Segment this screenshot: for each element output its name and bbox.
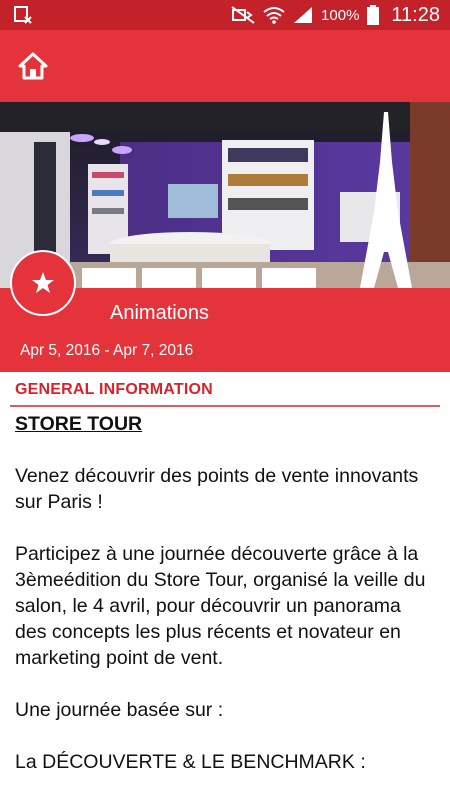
battery-icon <box>367 5 380 25</box>
tab-strip <box>82 268 316 288</box>
description-body: STORE TOUR Venez découvrir des points de… <box>0 407 450 775</box>
description-paragraph: Participez à une journée découverte grâc… <box>15 543 426 669</box>
description-title: STORE TOUR <box>15 413 143 435</box>
description-paragraph: Venez découvrir des points de vente inno… <box>15 465 419 513</box>
section-heading: GENERAL INFORMATION <box>15 381 213 398</box>
description-paragraph: Une journée basée sur : <box>15 699 224 721</box>
description-paragraph: La DÉCOUVERTE & LE BENCHMARK : <box>15 751 366 773</box>
event-dates: Apr 5, 2016 - Apr 7, 2016 <box>20 342 194 359</box>
tab-placeholder[interactable] <box>202 268 256 288</box>
clock: 11:28 <box>391 3 440 26</box>
status-bar: 100% 11:28 <box>0 0 450 30</box>
event-content[interactable]: GENERAL INFORMATION STORE TOUR Venez déc… <box>0 372 450 800</box>
mute-icon <box>231 6 255 24</box>
notification-icon <box>14 6 32 24</box>
tab-placeholder[interactable] <box>142 268 196 288</box>
battery-percent: 100% <box>321 6 360 24</box>
tab-placeholder[interactable] <box>82 268 136 288</box>
event-title: Animations <box>110 302 209 324</box>
tab-placeholder[interactable] <box>262 268 316 288</box>
favorite-button[interactable] <box>10 250 76 316</box>
app-bar <box>0 30 450 102</box>
wifi-icon <box>263 7 285 24</box>
signal-icon <box>294 7 313 23</box>
home-icon[interactable] <box>18 52 48 80</box>
star-icon <box>32 272 54 293</box>
